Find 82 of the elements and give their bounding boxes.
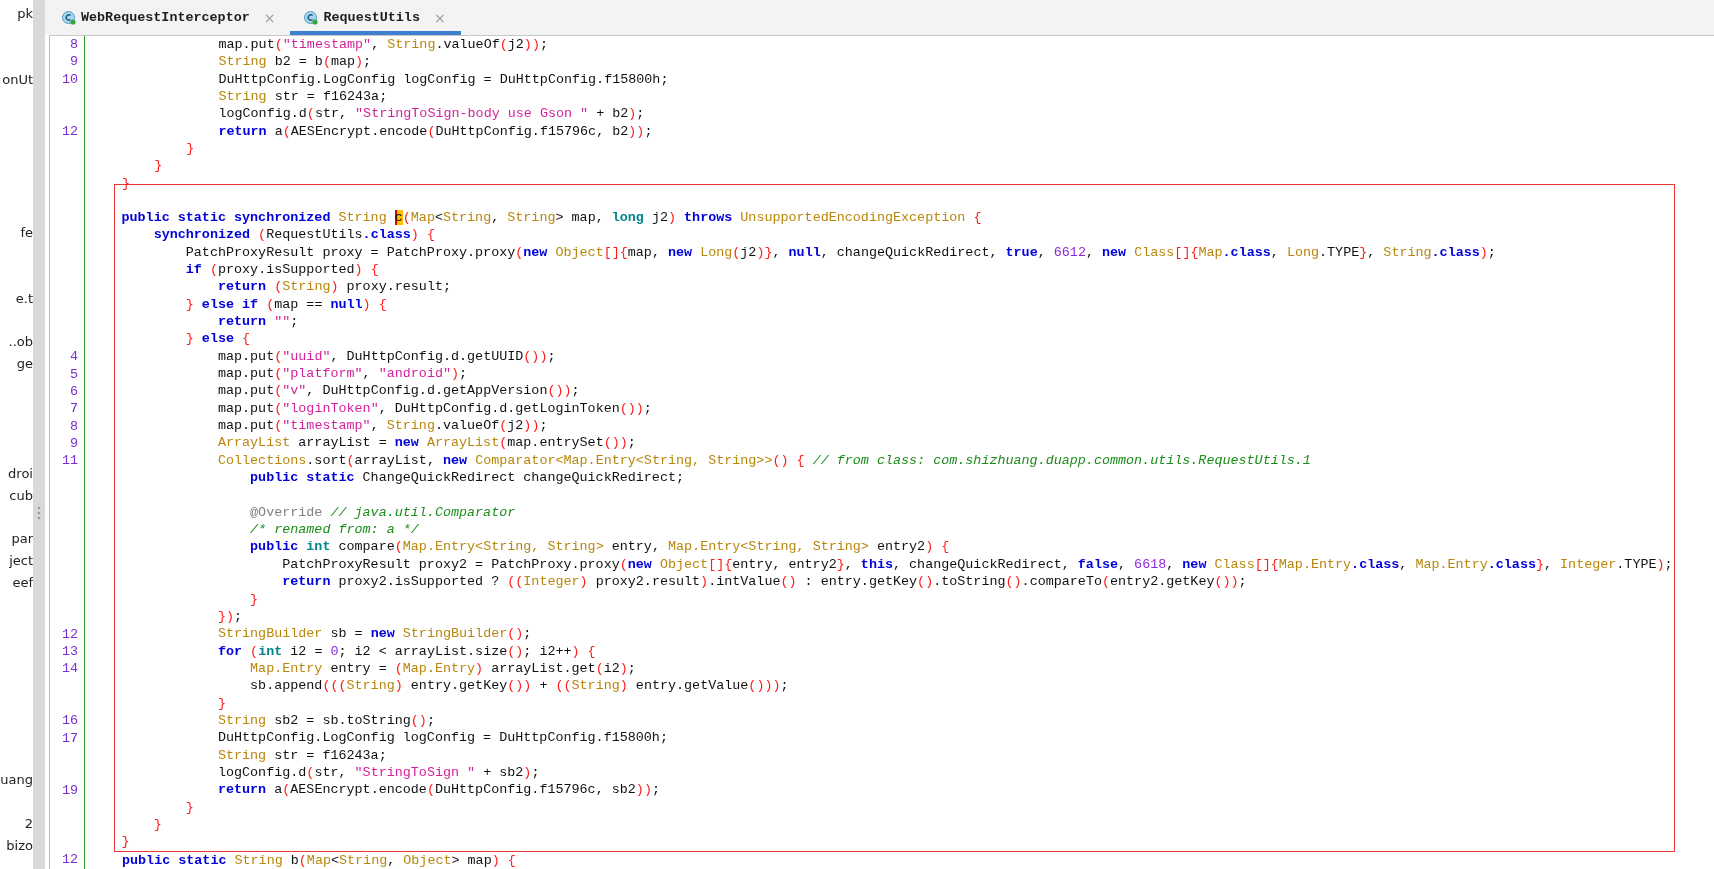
code-line: logConfig.d(str, "StringToSign-body use Gson " + b2); xyxy=(217,106,645,122)
code-line: synchronized (RequestUtils.class) { xyxy=(152,227,435,243)
tree-item[interactable]: cub xyxy=(9,487,33,503)
code-line: } xyxy=(121,834,130,850)
line-number: 13 xyxy=(61,644,78,660)
line-number: 11 xyxy=(61,453,78,469)
code-line: } xyxy=(152,816,162,832)
line-number: 12 xyxy=(61,626,78,642)
line-number: 19 xyxy=(61,782,78,798)
code-line: public static String b(Map<String, Object> map) { xyxy=(122,852,516,868)
code-line: map.put("platform", "android"); xyxy=(216,366,468,382)
code-line: } else if (map == null) { xyxy=(184,296,387,312)
code-line: @Override // java.util.Comparator xyxy=(249,504,516,520)
code-line: for (int i2 = 0; i2 < arrayList.size(); i2++) { xyxy=(216,643,596,659)
code-line: public static ChangeQuickRedirect changeQuickRedirect; xyxy=(249,470,684,486)
tree-item[interactable]: droi xyxy=(8,465,33,481)
editor-tab[interactable]: RequestUtils × xyxy=(290,0,461,35)
code-line: /* renamed from: a */ xyxy=(249,522,419,538)
code-line: public int compare(Map.Entry<String, String> entry, Map.Entry<String, String> entry2) { xyxy=(249,539,950,555)
line-number: 4 xyxy=(69,349,78,365)
class-icon xyxy=(304,10,319,25)
code-line: return ""; xyxy=(216,314,299,329)
tree-item[interactable]: 2 xyxy=(24,815,33,831)
code-line: return proxy2.isSupported ? ((Integer) proxy2.result).intValue() : entry.getKey().toString().compareTo(entry2.getKey()); xyxy=(281,574,1247,590)
line-number: 12 xyxy=(61,123,78,139)
code-line: DuHttpConfig.LogConfig logConfig = DuHttpConfig.f15800h; xyxy=(216,730,668,746)
code-line: }); xyxy=(216,608,243,624)
tree-item[interactable]: pk xyxy=(17,6,33,21)
code-line: logConfig.d(str, "StringToSign " + sb2); xyxy=(216,764,540,780)
tree-item[interactable]: onUt xyxy=(2,71,33,87)
code-line: Collections.sort(arrayList, new Comparator<Map.Entry<String, String>>() { // from class: com.shizhuang.duapp.common.utils.RequestUtils.1 xyxy=(216,452,1311,468)
code-line: map.put("timestamp", String.valueOf(j2)); xyxy=(216,418,548,434)
line-number: 9 xyxy=(69,54,78,70)
code-line: String str = f16243a; xyxy=(216,747,387,763)
editor-tab[interactable]: WebRequestInterceptor × xyxy=(48,0,291,35)
tree-item[interactable]: ge xyxy=(16,356,33,372)
code-line: String sb2 = sb.toString(); xyxy=(216,712,435,728)
line-number: 6 xyxy=(69,383,78,399)
code-line: } xyxy=(185,141,195,157)
line-number: 16 xyxy=(61,713,78,729)
code-line: if (proxy.isSupported) { xyxy=(184,261,379,277)
code-line: Map.Entry entry = (Map.Entry) arrayList.get(i2); xyxy=(249,660,636,676)
code-line: } else { xyxy=(184,331,251,347)
code-line: } xyxy=(216,695,226,711)
line-number: 14 xyxy=(61,661,78,677)
code-line: String str = f16243a; xyxy=(217,89,388,105)
code-line: StringBuilder sb = new StringBuilder(); xyxy=(216,626,532,642)
tree-item[interactable]: bizo xyxy=(6,837,33,853)
code-line: return a(AESEncrypt.encode(DuHttpConfig.f15796c, b2)); xyxy=(217,123,653,139)
code-line: String b2 = b(map); xyxy=(217,54,372,70)
line-number: 7 xyxy=(69,401,78,417)
code-line: map.put("loginToken", DuHttpConfig.d.getLoginToken()); xyxy=(216,400,652,416)
tree-item[interactable]: uang xyxy=(0,772,33,788)
tree-item[interactable]: eef xyxy=(12,575,33,591)
code-line: map.put("v", DuHttpConfig.d.getAppVersion()); xyxy=(216,383,580,399)
line-number: 17 xyxy=(61,730,78,746)
line-number: 12 xyxy=(61,852,78,868)
code-line: sb.append(((String) entry.getKey()) + ((String) entry.getValue())); xyxy=(249,678,789,694)
line-number: 9 xyxy=(69,435,78,451)
tree-item[interactable]: fe xyxy=(20,224,33,240)
grip-icon xyxy=(37,506,41,520)
code-line: map.put("timestamp", String.valueOf(j2)); xyxy=(217,37,548,52)
tree-item[interactable]: par xyxy=(11,531,33,547)
code-line: return (String) proxy.result; xyxy=(216,279,451,295)
line-number: 8 xyxy=(69,418,78,434)
code-line: map.put("uuid", DuHttpConfig.d.getUUID()); xyxy=(216,348,556,364)
code-line: } xyxy=(153,158,163,174)
line-number: 5 xyxy=(69,366,78,382)
code-line: return a(AESEncrypt.encode(DuHttpConfig.f15796c, sb2)); xyxy=(216,782,660,798)
code-line: PatchProxyResult proxy2 = PatchProxy.proxy(new Object[]{entry, entry2}, this, changeQuickRedirect, false, 6618, new Class[]{Map.Entry.class, Map.Entry.class}, Integer.TYPE); xyxy=(281,556,1673,572)
code-line: PatchProxyResult proxy = PatchProxy.proxy(new Object[]{map, new Long(j2)}, null, changeQuickRedirect, true, 6612, new Class[]{Map.class, Long.TYPE}, String.class); xyxy=(184,244,1496,260)
class-icon xyxy=(62,10,76,25)
code-line: } xyxy=(249,591,259,607)
code-line: } xyxy=(184,799,194,815)
tree-item[interactable]: ject xyxy=(9,553,33,569)
code-line: DuHttpConfig.LogConfig logConfig = DuHttpConfig.f15800h; xyxy=(217,71,669,87)
tree-item[interactable]: ..ob xyxy=(8,334,33,350)
line-number: 10 xyxy=(61,71,78,87)
line-number: 8 xyxy=(69,37,78,52)
tree-item[interactable]: e.t xyxy=(15,290,33,306)
splitter-handle[interactable] xyxy=(33,0,45,869)
code-line: ArrayList arrayList = new ArrayList(map.entrySet()); xyxy=(216,435,636,451)
